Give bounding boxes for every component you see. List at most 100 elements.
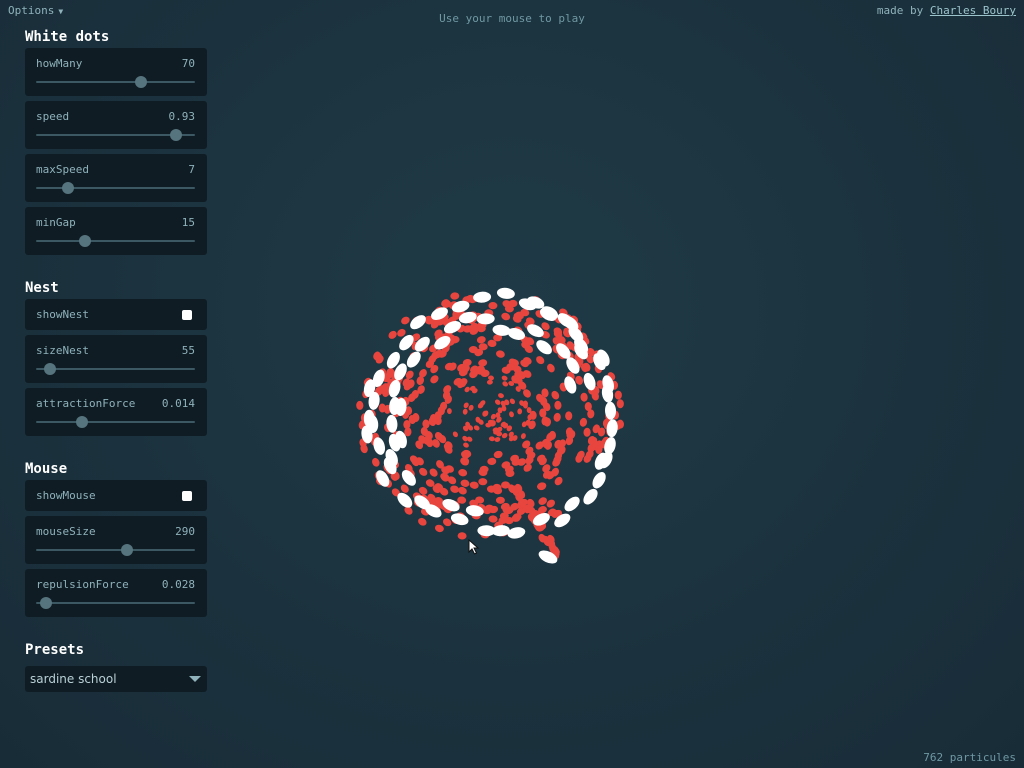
howmany-slider[interactable]: howMany 70	[25, 48, 207, 96]
slider-value: 70	[181, 57, 195, 70]
slider-thumb[interactable]	[79, 235, 92, 247]
slider-label: sizeNest	[36, 344, 89, 357]
red-particle	[501, 312, 511, 321]
red-particle	[434, 524, 444, 533]
slider-thumb[interactable]	[134, 76, 147, 88]
red-particle	[498, 393, 504, 399]
mingap-slider[interactable]: minGap 15	[25, 207, 207, 255]
section-title-nest: Nest	[25, 280, 59, 296]
red-particle	[551, 390, 560, 400]
red-particle	[429, 468, 438, 477]
red-particle	[458, 486, 467, 495]
section-title-white-dots: White dots	[25, 29, 110, 45]
white-dot	[477, 525, 496, 537]
repulsionforce-slider[interactable]: repulsionForce 0.028	[25, 569, 207, 617]
slider-track[interactable]	[36, 544, 195, 556]
slider-value: 0.028	[161, 578, 195, 591]
showmouse-checkbox[interactable]	[182, 491, 192, 501]
red-particle	[404, 427, 412, 437]
credit: made by Charles Boury	[877, 4, 1016, 17]
speed-slider[interactable]: speed 0.93	[25, 101, 207, 149]
white-dot	[450, 513, 469, 526]
options-panel: White dots howMany 70 speed 0.93 maxSpee…	[25, 26, 207, 692]
white-dot	[564, 496, 580, 512]
preset-select[interactable]: sardine school	[25, 666, 207, 692]
red-particle	[495, 350, 505, 358]
play-hint: Use your mouse to play	[439, 12, 585, 25]
dropdown-arrow-icon	[189, 676, 201, 682]
slider-track[interactable]	[36, 182, 195, 194]
white-dot	[592, 471, 606, 489]
red-particle	[452, 431, 458, 438]
slider-track[interactable]	[36, 235, 195, 247]
red-particle	[464, 386, 470, 393]
slider-value: 290	[175, 525, 195, 538]
slider-track[interactable]	[36, 76, 195, 88]
slider-label: maxSpeed	[36, 163, 89, 176]
slider-thumb[interactable]	[44, 363, 57, 375]
particle-count: 762 particules	[923, 751, 1016, 764]
maxspeed-slider[interactable]: maxSpeed 7	[25, 154, 207, 202]
red-particle	[495, 496, 505, 504]
top-bar: Options ▼ Use your mouse to play made by …	[0, 0, 1024, 25]
red-particle	[517, 408, 523, 415]
red-particle	[537, 482, 547, 491]
slider-label: repulsionForce	[36, 578, 129, 591]
red-particle	[419, 467, 428, 476]
checkbox-label: showMouse	[36, 489, 96, 502]
red-particle	[583, 427, 591, 437]
red-particle	[501, 432, 508, 439]
red-particle	[488, 515, 498, 523]
slider-thumb[interactable]	[76, 416, 89, 428]
red-particle	[547, 363, 555, 373]
red-particle	[575, 375, 584, 385]
red-particle	[488, 375, 494, 381]
section-title-mouse: Mouse	[25, 461, 68, 477]
red-particle	[457, 532, 467, 540]
slider-thumb[interactable]	[169, 129, 182, 141]
red-particle	[501, 375, 508, 381]
slider-value: 7	[188, 163, 195, 176]
red-particle	[486, 379, 493, 385]
preset-value: sardine school	[30, 672, 117, 686]
red-particle	[473, 425, 480, 431]
red-particle	[476, 336, 486, 344]
red-particle	[458, 469, 468, 477]
slider-track[interactable]	[36, 363, 195, 375]
slider-label: howMany	[36, 57, 83, 70]
showmouse-toggle[interactable]: showMouse	[25, 480, 207, 511]
white-dot	[536, 340, 552, 355]
slider-thumb[interactable]	[61, 182, 74, 194]
slider-label: minGap	[36, 216, 76, 229]
slider-label: speed	[36, 110, 70, 123]
mousesize-slider[interactable]: mouseSize 290	[25, 516, 207, 564]
slider-track[interactable]	[36, 129, 195, 141]
slider-thumb[interactable]	[39, 597, 52, 609]
slider-track[interactable]	[36, 597, 195, 609]
red-particle	[614, 390, 622, 400]
red-particle	[356, 400, 364, 410]
shownest-toggle[interactable]: showNest	[25, 299, 207, 330]
shownest-checkbox[interactable]	[182, 310, 192, 320]
red-particle	[579, 417, 588, 427]
red-particle	[478, 478, 488, 486]
white-dot	[496, 287, 515, 299]
red-particle	[462, 408, 468, 415]
red-particle	[487, 457, 497, 466]
red-particle	[580, 392, 588, 402]
slider-value: 55	[181, 344, 195, 357]
red-particle	[509, 411, 514, 418]
slider-label: mouseSize	[36, 525, 96, 538]
slider-track[interactable]	[36, 416, 195, 428]
red-particle	[502, 381, 509, 387]
red-particle	[401, 316, 410, 325]
sizenest-slider[interactable]: sizeNest 55	[25, 335, 207, 383]
slider-thumb[interactable]	[120, 544, 133, 556]
red-particle	[509, 398, 516, 405]
red-particle	[616, 399, 624, 409]
checkbox-label: showNest	[36, 308, 89, 321]
attractionforce-slider[interactable]: attractionForce 0.014	[25, 388, 207, 436]
red-particle	[469, 481, 479, 489]
red-particle	[488, 301, 498, 310]
author-link[interactable]: Charles Boury	[930, 4, 1016, 17]
